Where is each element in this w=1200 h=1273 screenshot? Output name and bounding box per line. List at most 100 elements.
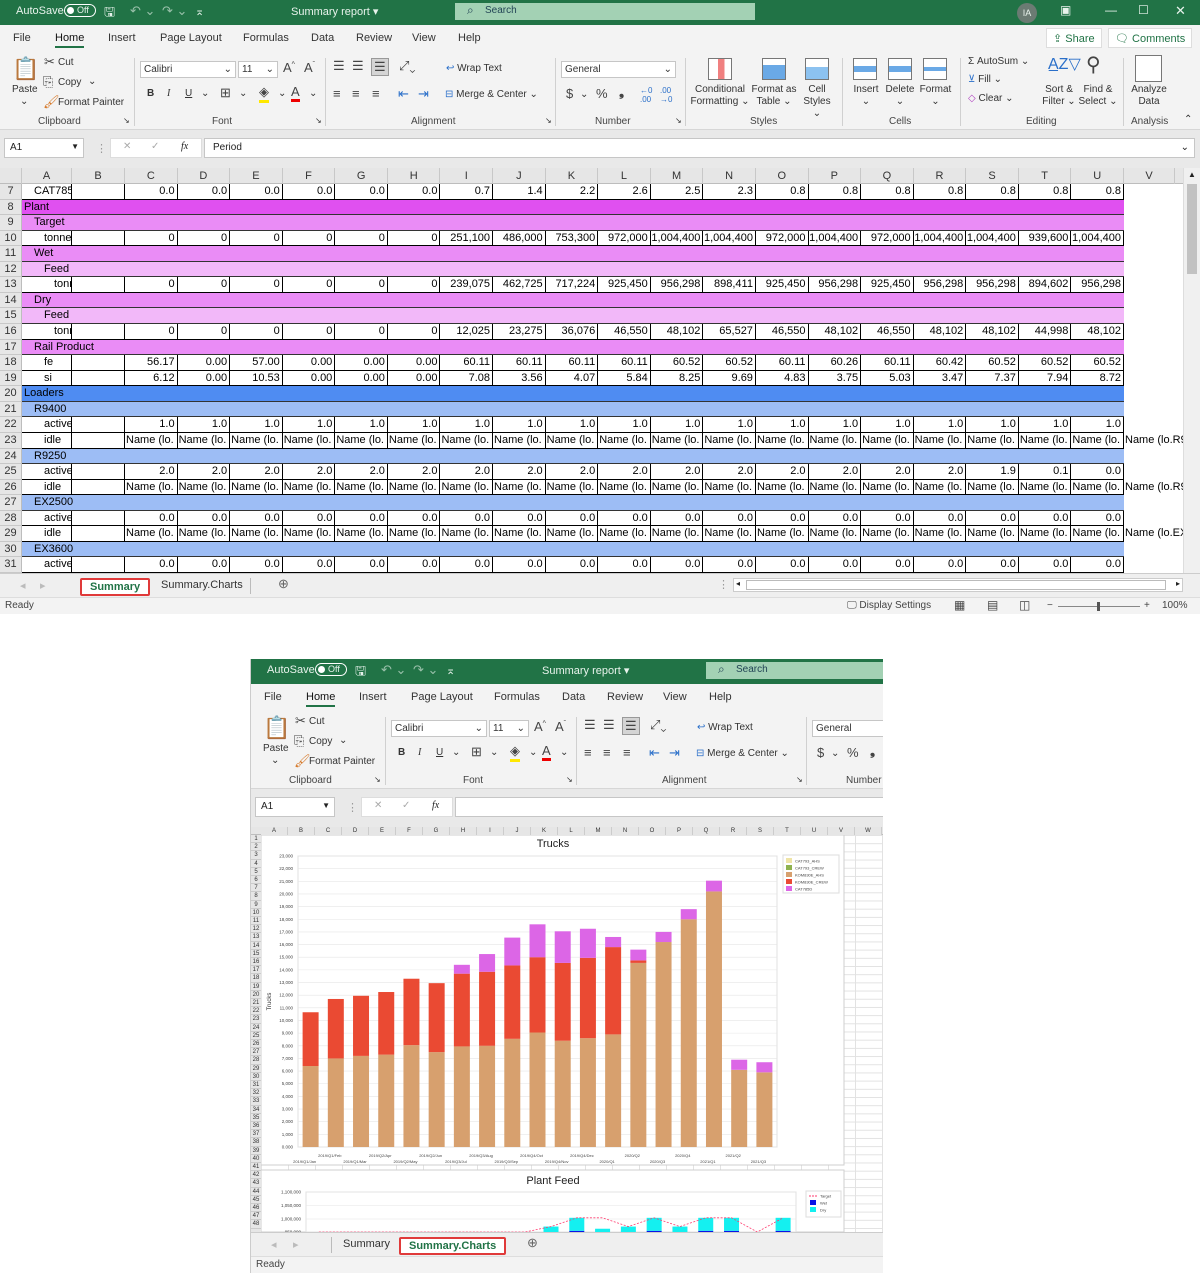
delete-cells-button[interactable]: Delete ⌄: [884, 84, 916, 108]
column-header-g[interactable]: G: [423, 827, 450, 835]
row-header[interactable]: 32: [251, 1089, 261, 1098]
section-row-label[interactable]: Rail Product: [22, 339, 1124, 356]
value-cell-r[interactable]: 0.8: [913, 184, 967, 200]
value-cell-f[interactable]: Name (lo.: [282, 526, 336, 542]
row-header[interactable]: 31: [0, 557, 22, 573]
find-icon[interactable]: ⚲: [1086, 52, 1101, 77]
enter-icon[interactable]: ✓: [151, 141, 159, 152]
value-cell-u[interactable]: 0.8: [1071, 184, 1124, 200]
row-header[interactable]: 36: [251, 1122, 261, 1131]
column-header-h[interactable]: H: [388, 168, 441, 184]
value-cell-j[interactable]: 486,000: [493, 230, 546, 247]
value-cell-i[interactable]: 239,075: [440, 277, 494, 293]
value-cell-t[interactable]: 939,600: [1018, 230, 1072, 247]
decrease-font-size-icon[interactable]: Aˇ: [555, 719, 566, 734]
undo-icon[interactable]: ↶ ⌄: [130, 3, 155, 19]
fill-dropdown-icon[interactable]: ⌄: [529, 747, 537, 758]
row-header[interactable]: 25: [0, 464, 22, 480]
value-cell-g[interactable]: 0.00: [335, 370, 388, 387]
format-painter-button[interactable]: Format Painter: [309, 756, 375, 767]
section-row-label[interactable]: EX3600: [22, 541, 1124, 558]
value-cell-p[interactable]: 956,298: [808, 277, 862, 293]
row-header[interactable]: 35: [251, 1113, 261, 1122]
row-label-cell[interactable]: idle: [22, 479, 72, 496]
value-cell-o[interactable]: 925,450: [755, 277, 809, 293]
add-sheet-icon[interactable]: ⊕: [278, 576, 289, 592]
value-cell-k[interactable]: 0.0: [545, 557, 599, 573]
value-cell-t[interactable]: 0.0: [1018, 557, 1072, 573]
row-header[interactable]: 24: [0, 448, 22, 465]
value-cell-k[interactable]: Name (lo.: [545, 432, 599, 449]
value-cell-t[interactable]: Name (lo.: [1018, 432, 1072, 449]
value-cell-k[interactable]: Name (lo.: [545, 526, 599, 542]
value-cell-k[interactable]: 60.11: [545, 355, 599, 371]
value-cell-d[interactable]: Name (lo.: [177, 479, 231, 496]
value-cell-k[interactable]: 36,076: [545, 324, 599, 340]
value-cell-f[interactable]: 0.00: [282, 370, 336, 387]
next-sheet-icon[interactable]: ▸: [40, 579, 46, 592]
column-header-j[interactable]: J: [493, 168, 546, 184]
align-right-icon[interactable]: ≡: [623, 745, 631, 760]
value-cell-h[interactable]: 2.0: [387, 464, 441, 480]
section-row-label[interactable]: Feed: [22, 261, 1124, 278]
value-cell-i[interactable]: 60.11: [440, 355, 494, 371]
value-cell-j[interactable]: 0.0: [493, 510, 546, 527]
value-cell-u[interactable]: 0.0: [1071, 464, 1124, 480]
value-cell-h[interactable]: 0: [387, 230, 441, 247]
value-cell-h[interactable]: Name (lo.: [387, 479, 441, 496]
value-cell-s[interactable]: 0.8: [966, 184, 1019, 200]
value-cell-m[interactable]: Name (lo.: [650, 479, 704, 496]
align-bottom-icon[interactable]: ☰: [371, 58, 389, 76]
value-cell-u[interactable]: 956,298: [1071, 277, 1124, 293]
value-cell-m[interactable]: Name (lo.: [650, 432, 704, 449]
column-header-u[interactable]: U: [1071, 168, 1124, 184]
paste-dropdown-icon[interactable]: ⌄: [20, 96, 28, 107]
cut-icon[interactable]: ✂: [295, 713, 306, 729]
borders-icon[interactable]: ⊞: [220, 85, 231, 101]
column-header-m[interactable]: M: [585, 827, 612, 835]
column-header-m[interactable]: M: [651, 168, 704, 184]
row-header[interactable]: 40: [251, 1154, 261, 1163]
row-header[interactable]: 27: [0, 495, 22, 511]
autosave-toggle[interactable]: Off: [64, 4, 96, 17]
tab-home[interactable]: Home: [55, 32, 85, 48]
section-row-label[interactable]: Plant: [22, 199, 1124, 216]
column-header-b[interactable]: B: [288, 827, 315, 835]
row-header[interactable]: 29: [251, 1064, 261, 1073]
value-cell-k[interactable]: 753,300: [545, 230, 599, 247]
font-size-select[interactable]: 11 ⌄: [238, 61, 278, 78]
underline-button[interactable]: U: [185, 88, 192, 99]
value-cell-e[interactable]: Name (lo.: [230, 432, 283, 449]
font-name-select[interactable]: Calibri ⌄: [140, 61, 236, 78]
format-painter-button[interactable]: Format Painter: [58, 97, 124, 108]
format-as-table-button[interactable]: Format as Table ⌄: [750, 84, 798, 108]
row-header[interactable]: 43: [251, 1179, 261, 1188]
horizontal-scroll-thumb[interactable]: [746, 580, 1166, 590]
zoom-slider[interactable]: [1058, 602, 1140, 611]
value-cell-r[interactable]: 956,298: [913, 277, 967, 293]
value-cell-p[interactable]: 48,102: [808, 324, 862, 340]
value-cell-h[interactable]: Name (lo.: [387, 432, 441, 449]
column-header-a[interactable]: A: [22, 168, 72, 184]
tab-insert[interactable]: Insert: [108, 32, 136, 44]
save-icon[interactable]: 🖫: [104, 3, 115, 25]
value-cell-l[interactable]: 46,550: [598, 324, 651, 340]
value-cell-q[interactable]: 2.0: [861, 464, 914, 480]
row-header[interactable]: 3: [251, 851, 261, 860]
column-header-j[interactable]: J: [504, 827, 531, 835]
column-header-h[interactable]: H: [450, 827, 477, 835]
wrap-text-button[interactable]: ↩ Wrap Text: [697, 722, 753, 733]
value-cell-c[interactable]: 0: [125, 230, 178, 247]
value-cell-l[interactable]: 925,450: [598, 277, 651, 293]
row-label-cell[interactable]: idle: [22, 526, 72, 542]
currency-button[interactable]: $: [817, 745, 824, 760]
row-header[interactable]: 8: [251, 892, 261, 901]
value-cell-r[interactable]: Name (lo.: [913, 526, 967, 542]
section-row-label[interactable]: Loaders: [22, 386, 1124, 402]
cut-icon[interactable]: ✂: [44, 54, 55, 70]
value-cell-l[interactable]: Name (lo.: [598, 526, 651, 542]
section-row-label[interactable]: EX2500: [22, 495, 1124, 511]
value-cell-p[interactable]: Name (lo.: [808, 479, 862, 496]
value-cell-q[interactable]: 925,450: [861, 277, 914, 293]
value-cell-c[interactable]: 0: [125, 277, 178, 293]
